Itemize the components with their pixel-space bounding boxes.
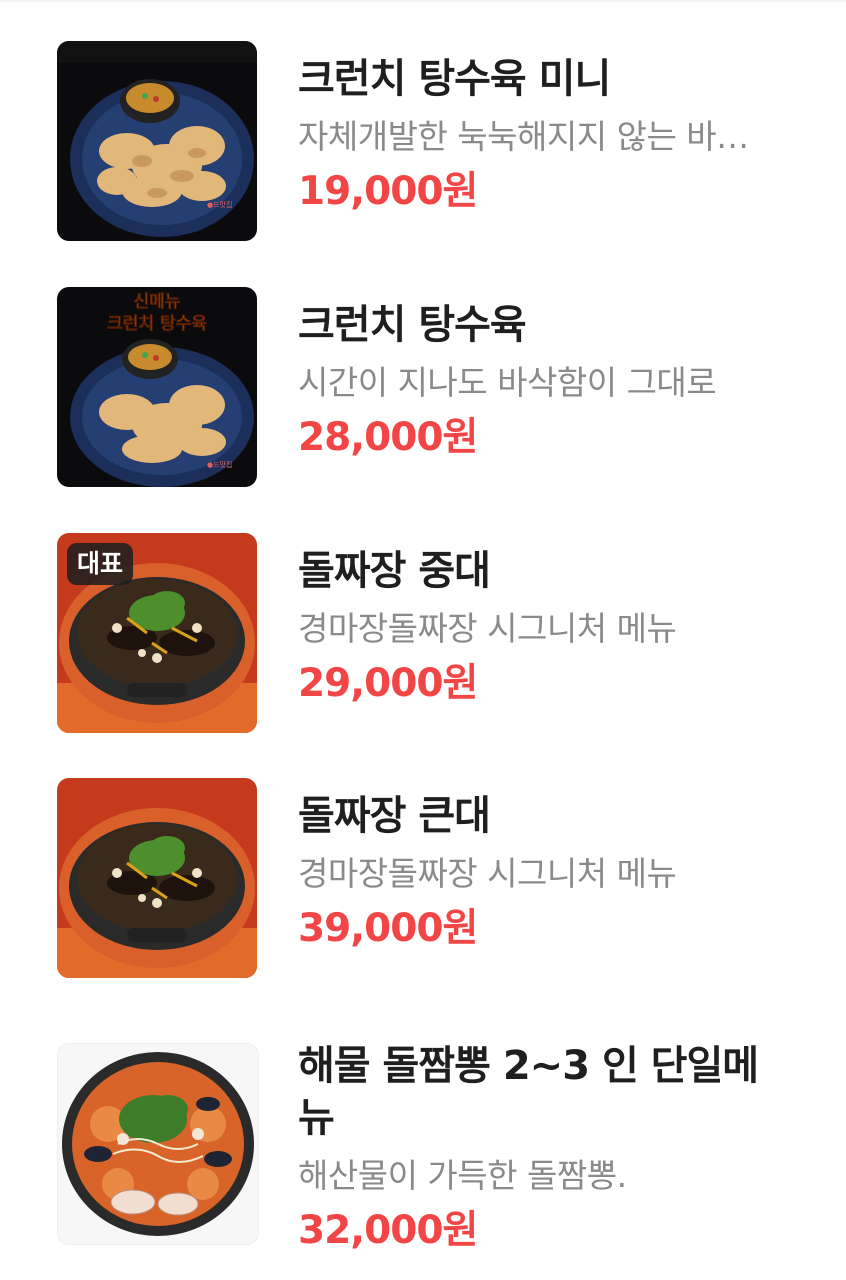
top-divider (0, 0, 846, 2)
menu-item-name: 돌짜장 큰대 (298, 793, 491, 839)
menu-item-info: 크런치 탕수육 미니 자체개발한 눅눅해지지 않는 바삭한 탕수육 19,000… (298, 53, 768, 217)
svg-text:●드맛집: ●드맛집 (207, 460, 232, 469)
svg-text:●드맛집: ●드맛집 (207, 200, 232, 209)
menu-item-photo[interactable]: 대표 (57, 533, 257, 733)
menu-item[interactable]: ●드맛집 크런치 탕수육 미니 자체개발한 눅눅해지지 않는 바삭한 탕수육 1… (0, 41, 846, 271)
menu-item-description: 경마장돌짜장 시그니처 메뉴 (298, 854, 677, 893)
menu-item-price: 28,000원 (298, 415, 478, 460)
image-caption-text: 크런치 탕수육 (107, 314, 207, 334)
menu-item-price: 29,000원 (298, 661, 478, 706)
menu-item-info: 크런치 탕수육 시간이 지나도 바삭함이 그대로 28,000원 (298, 299, 768, 463)
menu-item-name: 크런치 탕수육 (298, 302, 527, 348)
crunchy-sweet-sour-pork-photo: ●드맛집 (57, 41, 257, 241)
menu-item-name: 크런치 탕수육 미니 (298, 56, 611, 102)
menu-item-description: 시간이 지나도 바삭함이 그대로 (298, 363, 717, 402)
menu-item[interactable]: 돌짜장 큰대 경마장돌짜장 시그니처 메뉴 39,000원 (0, 778, 846, 1008)
menu-item[interactable]: 해물 돌짬뽕 2~3 인 단일메뉴 해산물이 가득한 돌짬뽕. 32,000원 (0, 1028, 846, 1280)
crunchy-sweet-sour-pork-photo: 신메뉴 크런치 탕수육 ●드맛집 (57, 287, 257, 487)
stone-pot-jjajang-photo (57, 778, 257, 978)
menu-item-name: 돌짜장 중대 (298, 548, 491, 594)
menu-item[interactable]: 대표 돌짜장 중대 경마장돌짜장 시그니처 메뉴 29,000원 (0, 533, 846, 763)
menu-item-description: 경마장돌짜장 시그니처 메뉴 (298, 609, 677, 648)
menu-item-photo[interactable] (57, 1043, 259, 1245)
menu-item-photo[interactable]: ●드맛집 (57, 41, 257, 241)
menu-item-photo[interactable] (57, 778, 257, 978)
menu-item[interactable]: 신메뉴 크런치 탕수육 ●드맛집 크런치 탕수육 시간이 지나도 바삭함이 그대… (0, 287, 846, 517)
menu-item-name: 해물 돌짬뽕 2~3 인 단일메뉴 (298, 1043, 759, 1141)
menu-item-description: 해산물이 가득한 돌짬뽕. (298, 1156, 627, 1195)
menu-item-price: 39,000원 (298, 906, 478, 951)
seafood-jjamppong-photo (58, 1044, 258, 1244)
menu-item-info: 해물 돌짬뽕 2~3 인 단일메뉴 해산물이 가득한 돌짬뽕. 32,000원 (298, 1040, 768, 1256)
image-caption-text: 신메뉴 (134, 292, 181, 312)
menu-item-description: 자체개발한 눅눅해지지 않는 바삭한 탕수육 (298, 117, 768, 156)
representative-badge: 대표 (67, 543, 134, 585)
menu-item-info: 돌짜장 큰대 경마장돌짜장 시그니처 메뉴 39,000원 (298, 790, 768, 954)
menu-item-price: 32,000원 (298, 1208, 478, 1253)
menu-item-photo[interactable]: 신메뉴 크런치 탕수육 ●드맛집 (57, 287, 257, 487)
menu-item-price: 19,000원 (298, 169, 478, 214)
menu-item-info: 돌짜장 중대 경마장돌짜장 시그니처 메뉴 29,000원 (298, 545, 768, 709)
